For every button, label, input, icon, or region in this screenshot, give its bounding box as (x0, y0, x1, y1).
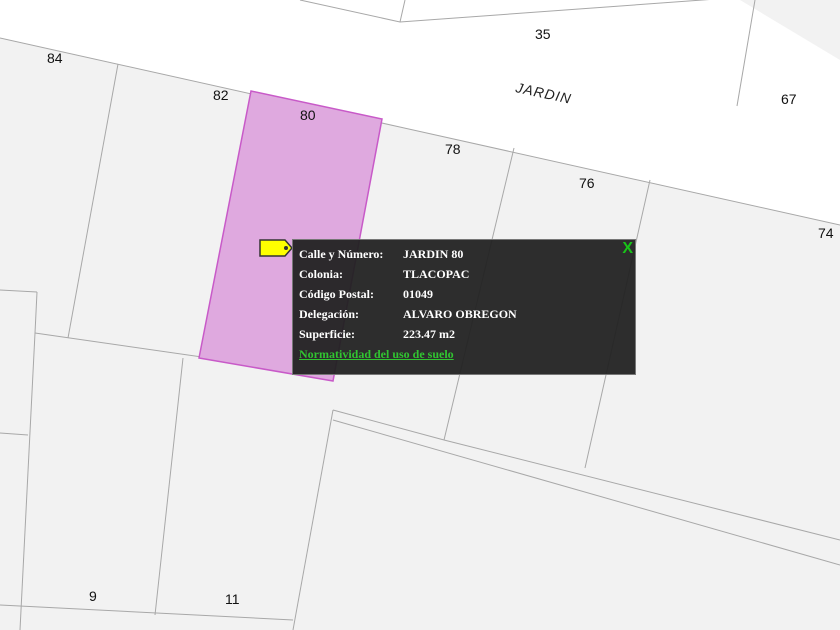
info-value: ALVARO OBREGON (403, 307, 517, 321)
info-key: Código Postal: (299, 287, 374, 301)
lot-number-78: 78 (445, 141, 461, 157)
info-value: TLACOPAC (403, 267, 470, 281)
info-row-area: Superficie: 223.47 m2 (299, 327, 517, 347)
info-row-postal-code: Código Postal: 01049 (299, 287, 517, 307)
info-key: Delegación: (299, 307, 359, 321)
parcel-info-table: Calle y Número: JARDIN 80 Colonia: TLACO… (299, 247, 517, 367)
info-value: 01049 (403, 287, 433, 301)
info-row-link: Normatividad del uso de suelo (299, 347, 517, 367)
tag-marker-icon[interactable] (259, 239, 293, 257)
lot-number-11: 11 (225, 591, 240, 607)
land-use-regulation-link[interactable]: Normatividad del uso de suelo (299, 347, 454, 361)
lot-number-80: 80 (300, 107, 316, 123)
info-row-delegacion: Delegación: ALVARO OBREGON (299, 307, 517, 327)
info-value: JARDIN 80 (403, 247, 464, 261)
lot-number-82: 82 (213, 87, 229, 103)
lot-number-9: 9 (89, 588, 97, 604)
lot-number-35: 35 (535, 26, 551, 42)
parcel-info-popup: X Calle y Número: JARDIN 80 Colonia: TLA… (292, 239, 636, 375)
lot-number-67: 67 (781, 91, 797, 107)
lot-number-84: 84 (47, 50, 63, 66)
close-button[interactable]: X (622, 240, 633, 258)
info-key: Calle y Número: (299, 247, 384, 261)
info-key: Superficie: (299, 327, 355, 341)
info-row-colonia: Colonia: TLACOPAC (299, 267, 517, 287)
info-key: Colonia: (299, 267, 344, 281)
lot-number-76: 76 (579, 175, 595, 191)
lot-number-74: 74 (818, 225, 834, 241)
info-row-address: Calle y Número: JARDIN 80 (299, 247, 517, 267)
info-value: 223.47 m2 (403, 327, 455, 341)
